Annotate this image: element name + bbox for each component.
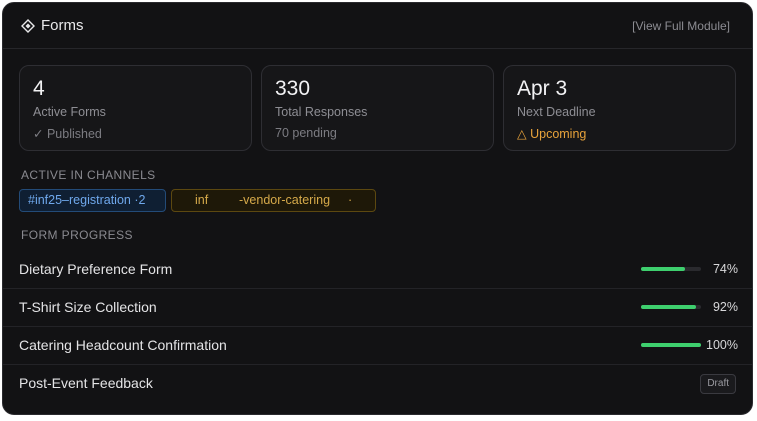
stat-card-total-responses: 330 Total Responses 70 pending	[261, 65, 494, 151]
form-name: Catering Headcount Confirmation	[19, 337, 227, 353]
channel-chip-vendor-catering[interactable]: inf -vendor-catering ·	[171, 189, 376, 212]
view-full-module-link[interactable]: [View Full Module]	[632, 19, 730, 33]
progress-percent: 92%	[712, 300, 738, 314]
progress-percent: 100%	[706, 338, 738, 352]
progress-fill	[641, 267, 686, 271]
stat-label: Active Forms	[33, 105, 106, 119]
progress-heading: FORM PROGRESS	[21, 228, 133, 242]
channel-chip-part: -vendor-catering	[239, 193, 331, 207]
form-row[interactable]: T-Shirt Size Collection 92%	[3, 289, 752, 327]
stat-card-active-forms: 4 Active Forms ✓ Published	[19, 65, 252, 151]
stat-value: 4	[33, 77, 45, 100]
stat-label: Next Deadline	[517, 105, 596, 119]
panel-title: Forms	[41, 17, 84, 34]
channels-heading: ACTIVE IN CHANNELS	[21, 168, 156, 182]
stat-label: Total Responses	[275, 105, 368, 119]
panel-header: Forms [View Full Module]	[3, 3, 752, 49]
stat-card-next-deadline: Apr 3 Next Deadline △ Upcoming	[503, 65, 736, 151]
progress-bar	[641, 267, 701, 271]
form-row[interactable]: Dietary Preference Form 74%	[3, 251, 752, 289]
progress-fill	[641, 343, 701, 347]
channel-chip-registration[interactable]: #inf25–registration ·2	[19, 189, 166, 212]
stat-value: Apr 3	[517, 77, 568, 100]
draft-badge: Draft	[700, 374, 736, 394]
form-row[interactable]: Catering Headcount Confirmation 100%	[3, 327, 752, 365]
form-name: T-Shirt Size Collection	[19, 299, 157, 315]
form-name: Post-Event Feedback	[19, 375, 153, 391]
header-title-group: Forms	[21, 17, 84, 34]
forms-diamond-icon	[21, 18, 35, 33]
progress-percent: 74%	[712, 262, 738, 276]
channel-chip-part: inf	[195, 193, 209, 207]
progress-bar	[641, 343, 701, 347]
stat-sub-upcoming: △ Upcoming	[517, 127, 587, 141]
progress-bar	[641, 305, 701, 309]
progress-fill	[641, 305, 697, 309]
forms-panel: Forms [View Full Module] 4 Active Forms …	[2, 2, 753, 415]
stat-sub: ✓ Published	[33, 127, 102, 141]
stat-value: 330	[275, 77, 311, 100]
stat-sub: 70 pending	[275, 126, 337, 140]
channel-chip-part: ·	[348, 193, 353, 207]
form-row[interactable]: Post-Event Feedback Draft	[3, 365, 752, 403]
form-name: Dietary Preference Form	[19, 261, 173, 277]
